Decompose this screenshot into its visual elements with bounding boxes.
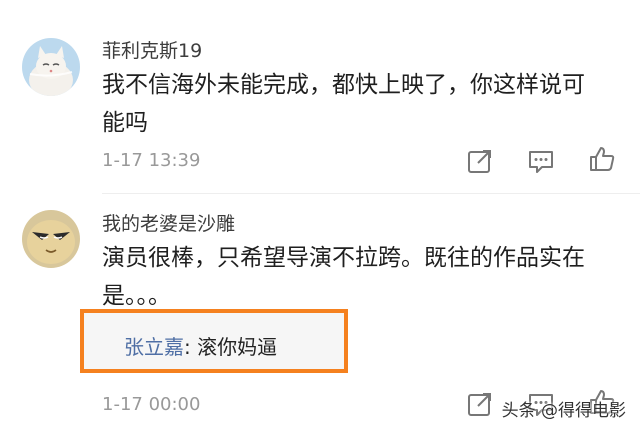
avatar[interactable] [22,210,80,268]
reply-highlight-box: 张立嘉: 滚你妈逼 [80,309,348,373]
timestamp: 1-17 00:00 [102,394,201,415]
username[interactable]: 菲利克斯19 [102,36,202,63]
share-button[interactable] [466,147,494,175]
share-button[interactable] [466,390,494,418]
cat-avatar-icon [22,210,80,268]
reply-author[interactable]: 张立嘉 [124,335,184,359]
reply-text: 滚你妈逼 [197,335,278,359]
username[interactable]: 我的老婆是沙雕 [102,209,235,236]
divider [102,193,640,194]
cat-avatar-icon [22,38,80,96]
comment-text-line: 能吗 [102,110,148,136]
watermark: 头条 @得得电影 [501,401,626,421]
share-icon [468,150,491,173]
comment-text: 演员很棒，只希望导演不拉跨。既往的作品实在 是。。。 [102,239,612,315]
comment-icon [529,151,553,173]
avatar[interactable] [22,38,80,96]
comment-text: 我不信海外未能完成，都快上映了，你这样说可 能吗 [102,66,612,142]
reply-separator: : [184,335,198,359]
share-icon [468,393,491,416]
comment-text-line: 我不信海外未能完成，都快上映了，你这样说可 [102,72,585,98]
timestamp: 1-17 13:39 [102,150,201,171]
comment-text-line: 演员很棒，只希望导演不拉跨。既往的作品实在 [102,245,585,271]
comment-button[interactable] [527,147,555,175]
like-button[interactable] [588,145,616,173]
thumbs-up-icon [590,147,615,171]
comment-item: 菲利克斯19 我不信海外未能完成，都快上映了，你这样说可 能吗 1-17 13:… [0,0,640,195]
reply-item[interactable]: 张立嘉: 滚你妈逼 [124,331,277,360]
